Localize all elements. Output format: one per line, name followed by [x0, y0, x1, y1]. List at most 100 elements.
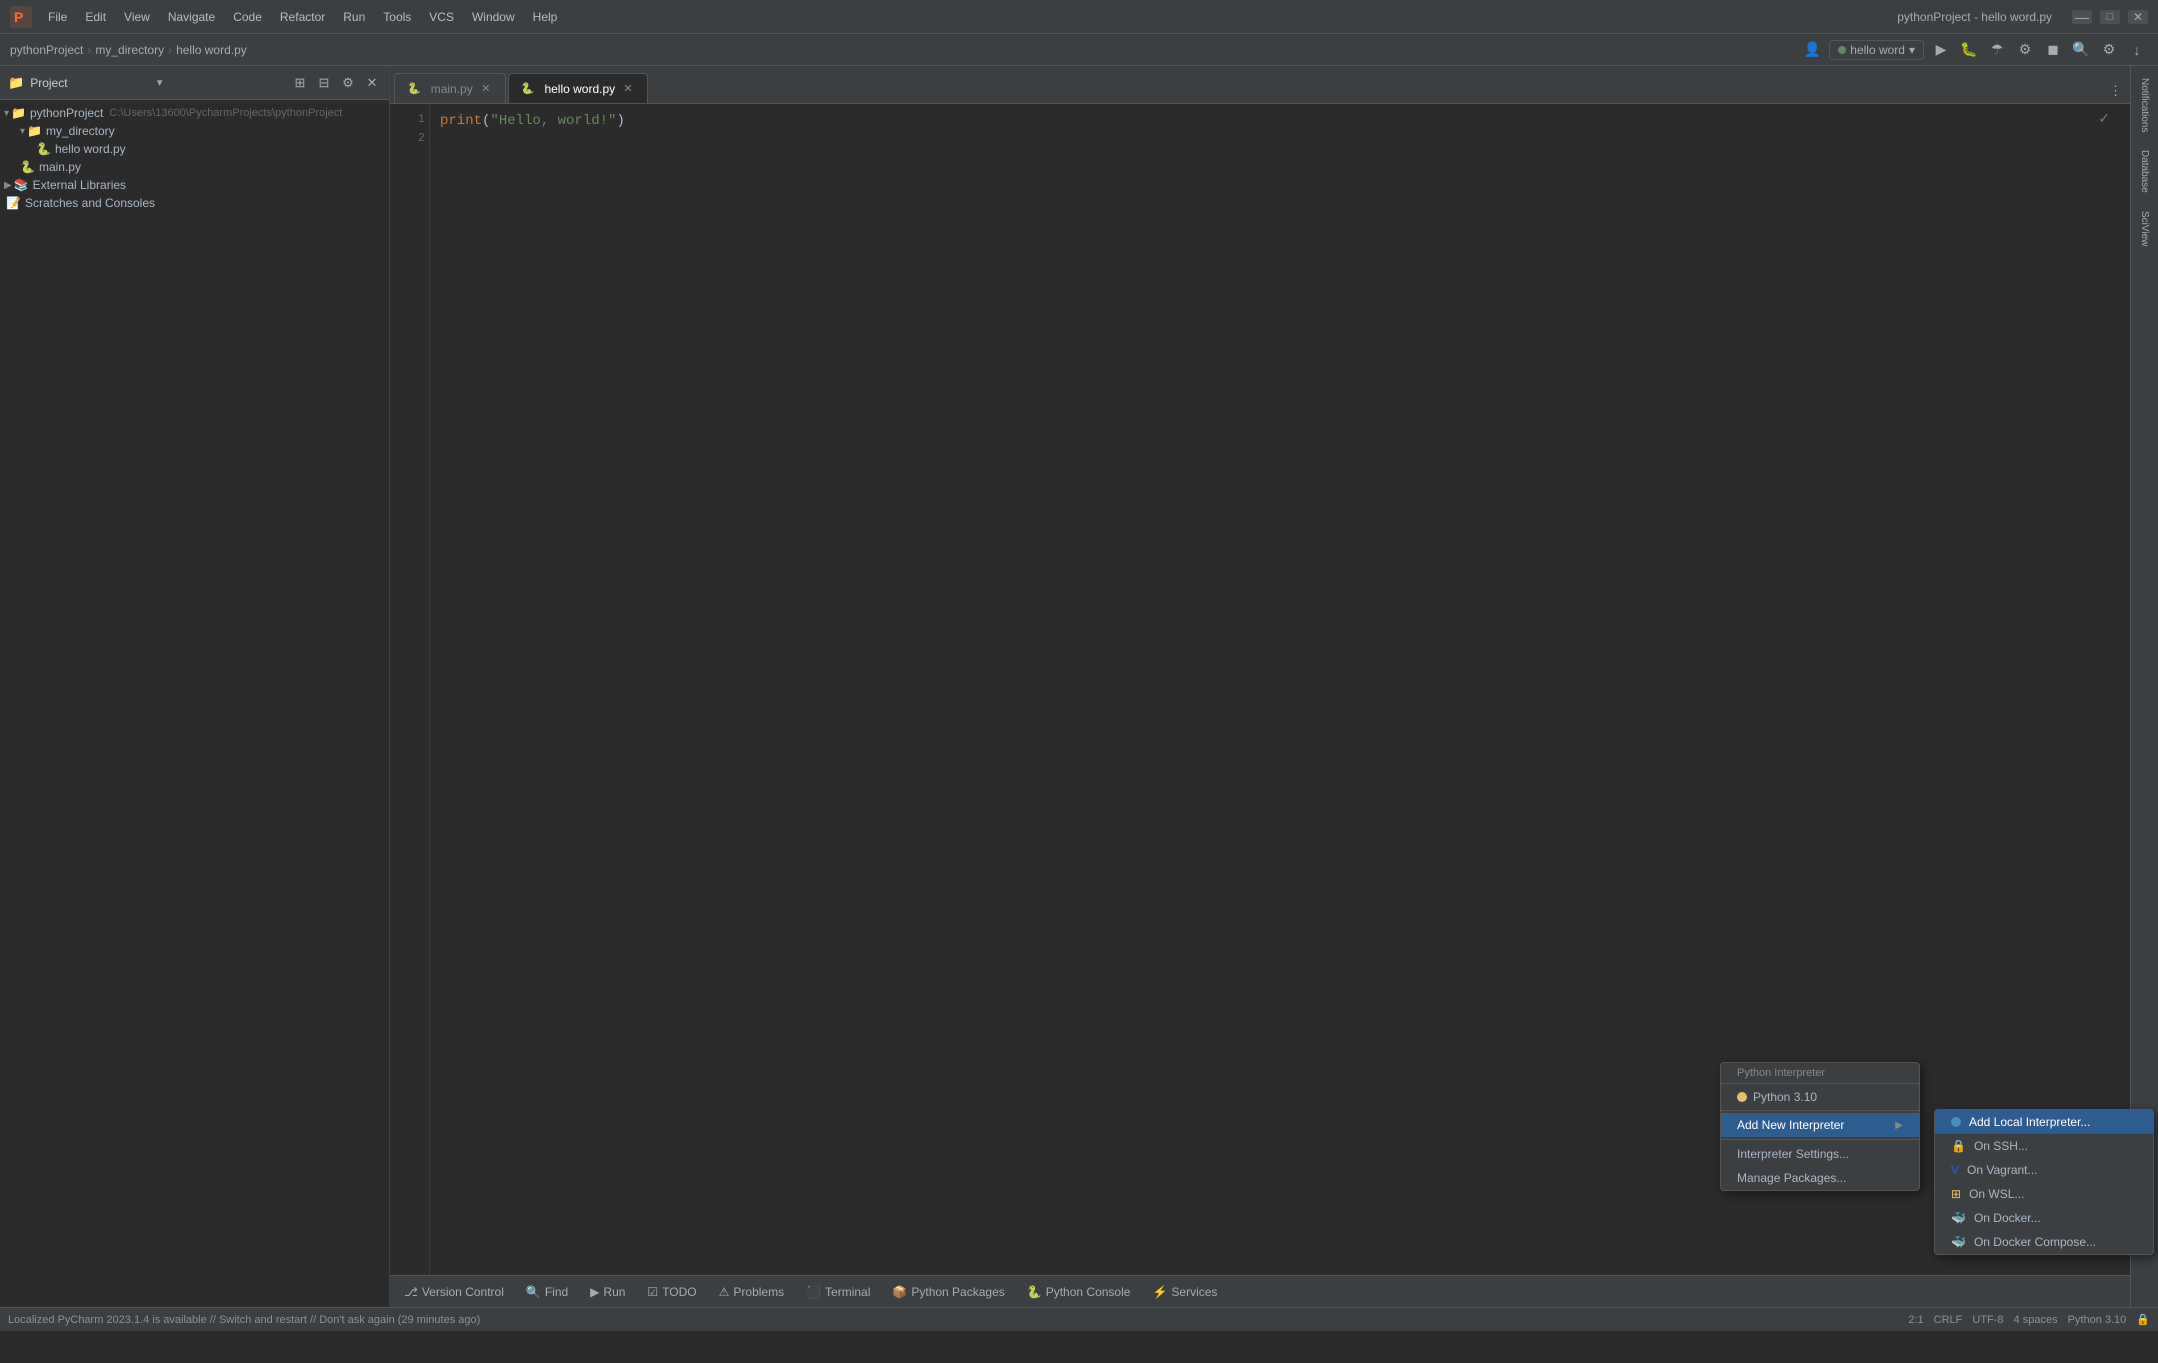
bottom-tab-console-label: Python Console [1046, 1285, 1131, 1299]
wsl-icon: ⊞ [1951, 1187, 1961, 1201]
interpreter-status-dot [1838, 46, 1846, 54]
menu-refactor[interactable]: Refactor [272, 6, 333, 28]
breadcrumb-project[interactable]: pythonProject [10, 43, 83, 57]
py-icon-tab-hello: 🐍 [521, 82, 535, 95]
local-interpreter-icon [1951, 1117, 1961, 1127]
bottom-tab-python-console[interactable]: 🐍 Python Console [1017, 1281, 1141, 1303]
warning-icon: ⚠ [719, 1285, 730, 1299]
add-local-interpreter-label: Add Local Interpreter... [1969, 1115, 2090, 1129]
status-position[interactable]: 2:1 [1908, 1314, 1923, 1326]
project-dropdown-icon[interactable]: ▾ [157, 76, 163, 89]
docker-icon: 🐳 [1951, 1211, 1966, 1225]
bottom-tab-run[interactable]: ▶ Run [580, 1281, 635, 1303]
bottom-tab-todo[interactable]: ☑ TODO [637, 1281, 706, 1303]
status-interpreter[interactable]: Python 3.10 [2068, 1314, 2127, 1326]
settings-button[interactable]: ⚙ [2098, 39, 2120, 61]
add-interpreter-submenu: Add Local Interpreter... 🔒 On SSH... V O… [1934, 1109, 2154, 1255]
bottom-tab-services[interactable]: ⚡ Services [1142, 1281, 1227, 1303]
menu-vcs[interactable]: VCS [421, 6, 462, 28]
run-coverage-button[interactable]: ☂ [1986, 39, 2008, 61]
bottom-tab-version-control[interactable]: ⎇ Version Control [394, 1281, 514, 1303]
menu-window[interactable]: Window [464, 6, 523, 28]
bottom-tab-packages-label: Python Packages [911, 1285, 1004, 1299]
add-local-interpreter-item[interactable]: Add Local Interpreter... [1935, 1110, 2153, 1134]
bottom-toolbar: ⎇ Version Control 🔍 Find ▶ Run ☑ TODO ⚠ … [390, 1275, 2130, 1307]
interpreter-dropdown-icon: ▾ [1909, 43, 1915, 57]
breadcrumb-file[interactable]: hello word.py [176, 43, 247, 57]
update-button[interactable]: ↓ [2126, 39, 2148, 61]
status-encoding[interactable]: UTF-8 [1972, 1314, 2003, 1326]
tab-hello-word[interactable]: 🐍 hello word.py ✕ [508, 73, 648, 103]
on-docker-item[interactable]: 🐳 On Docker... [1935, 1206, 2153, 1230]
tree-item-my-directory[interactable]: ▾ 📁 my_directory [0, 122, 389, 140]
sciview-sidebar-btn[interactable]: SciView [2135, 203, 2154, 254]
tab-hello-label: hello word.py [544, 82, 615, 96]
interpreter-settings-item[interactable]: Interpreter Settings... [1721, 1142, 1919, 1166]
checkmark-icon: ✓ [2098, 110, 2110, 127]
tab-main-close[interactable]: ✕ [479, 82, 493, 96]
nav-bar: pythonProject › my_directory › hello wor… [0, 34, 2158, 66]
menu-navigate[interactable]: Navigate [160, 6, 223, 28]
menu-view[interactable]: View [116, 6, 158, 28]
chevron-expand-root: ▾ [4, 108, 9, 119]
notifications-sidebar-btn[interactable]: Notifications [2135, 70, 2154, 140]
minimize-button[interactable]: — [2072, 10, 2092, 24]
interpreter-selector[interactable]: hello word ▾ [1829, 40, 1924, 60]
on-vagrant-item[interactable]: V On Vagrant... [1935, 1158, 2153, 1182]
search-everywhere-button[interactable]: 🔍 [2070, 39, 2092, 61]
debug-button[interactable]: 🐛 [1958, 39, 1980, 61]
menu-code[interactable]: Code [225, 6, 270, 28]
on-ssh-item[interactable]: 🔒 On SSH... [1935, 1134, 2153, 1158]
run-button[interactable]: ▶ [1930, 39, 1952, 61]
close-panel-icon[interactable]: ✕ [363, 74, 381, 92]
tree-label-hello-word: hello word.py [55, 142, 126, 156]
tab-main-py[interactable]: 🐍 main.py ✕ [394, 73, 506, 103]
menu-help[interactable]: Help [525, 6, 566, 28]
tree-item-root[interactable]: ▾ 📁 pythonProject C:\Users\13600\Pycharm… [0, 104, 389, 122]
bottom-tab-todo-label: TODO [662, 1285, 696, 1299]
menu-file[interactable]: File [40, 6, 75, 28]
settings-icon[interactable]: ⚙ [339, 74, 357, 92]
menu-run[interactable]: Run [335, 6, 373, 28]
bottom-tab-run-label: Run [603, 1285, 625, 1299]
cm-sep-2 [1721, 1110, 1919, 1111]
menu-tools[interactable]: Tools [375, 6, 419, 28]
maximize-button[interactable]: □ [2100, 10, 2120, 24]
collapse-all-icon[interactable]: ⊟ [315, 74, 333, 92]
todo-icon: ☑ [647, 1285, 658, 1299]
interpreter-python310-label: Python 3.10 [1753, 1090, 1817, 1104]
tree-item-scratches[interactable]: 📝 Scratches and Consoles [0, 194, 389, 212]
tabs-menu-button[interactable]: ⋮ [2105, 79, 2126, 103]
database-sidebar-btn[interactable]: Database [2135, 142, 2154, 201]
bottom-tab-problems[interactable]: ⚠ Problems [709, 1281, 794, 1303]
status-line-ending[interactable]: CRLF [1934, 1314, 1963, 1326]
tree-item-external-libs[interactable]: ▶ 📚 External Libraries [0, 176, 389, 194]
user-icon-button[interactable]: 👤 [1801, 39, 1823, 61]
menu-edit[interactable]: Edit [77, 6, 114, 28]
add-new-interpreter-item[interactable]: Add New Interpreter ▶ [1721, 1113, 1919, 1137]
run-more-button[interactable]: ⚙ [2014, 39, 2036, 61]
interpreter-settings-label: Interpreter Settings... [1737, 1147, 1849, 1161]
window-title: pythonProject - hello word.py [1897, 10, 2052, 24]
on-docker-compose-item[interactable]: 🐳 On Docker Compose... [1935, 1230, 2153, 1254]
tree-item-main-py[interactable]: 🐍 main.py [0, 158, 389, 176]
interpreter-python310-item[interactable]: Python 3.10 [1721, 1086, 1919, 1108]
on-wsl-item[interactable]: ⊞ On WSL... [1935, 1182, 2153, 1206]
close-button[interactable]: ✕ [2128, 10, 2148, 24]
stop-button[interactable]: ◼ [2042, 39, 2064, 61]
status-indent[interactable]: 4 spaces [2014, 1314, 2058, 1326]
console-icon: 🐍 [1027, 1285, 1042, 1299]
breadcrumb-dir[interactable]: my_directory [95, 43, 164, 57]
tree-item-hello-word[interactable]: 🐍 hello word.py [0, 140, 389, 158]
sync-icon[interactable]: ⊞ [291, 74, 309, 92]
bottom-tab-terminal[interactable]: ⬛ Terminal [796, 1281, 880, 1303]
manage-packages-item[interactable]: Manage Packages... [1721, 1166, 1919, 1190]
code-paren-close: ) [616, 110, 624, 132]
bottom-tab-python-packages[interactable]: 📦 Python Packages [882, 1281, 1014, 1303]
tab-hello-close[interactable]: ✕ [621, 82, 635, 96]
bottom-tab-find[interactable]: 🔍 Find [516, 1281, 578, 1303]
package-icon: 📦 [892, 1285, 907, 1299]
tabs-bar: 🐍 main.py ✕ 🐍 hello word.py ✕ ⋮ [390, 66, 2130, 104]
bottom-tab-services-label: Services [1171, 1285, 1217, 1299]
title-bar: P File Edit View Navigate Code Refactor … [0, 0, 2158, 34]
